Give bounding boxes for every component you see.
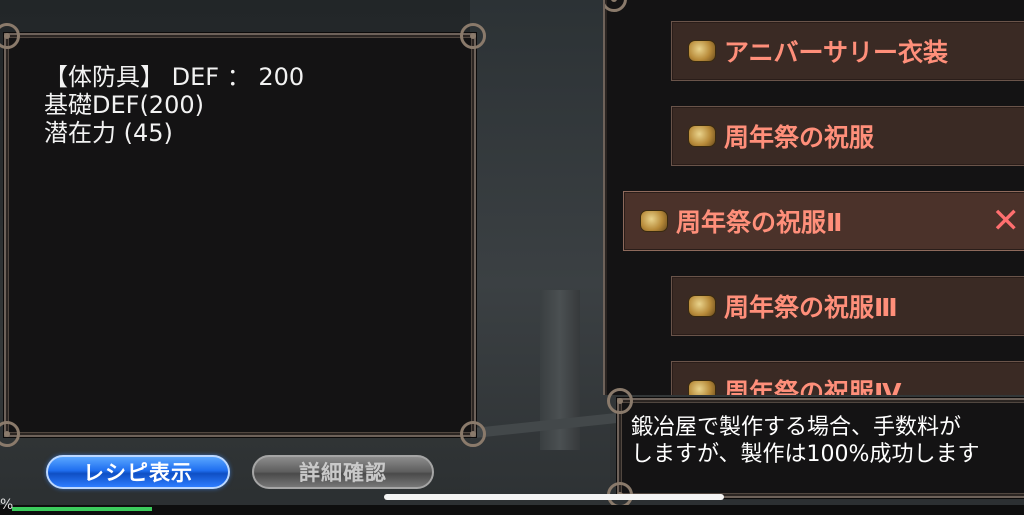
list-item-label: アニバーサリー衣装 (724, 38, 949, 67)
ornament-icon (605, 0, 627, 12)
list-item-festival-robe-3[interactable]: 周年祭の祝服Ⅲ (671, 276, 1024, 336)
detail-button[interactable]: 詳細確認 (252, 455, 434, 489)
recipe-button[interactable]: レシピ表示 (46, 455, 230, 489)
list-item-label: 周年祭の祝服Ⅱ (676, 208, 843, 237)
equipment-stats-panel: 【体防具】 DEF ： 200 基礎DEF(200) 潜在力 (45) (0, 23, 486, 447)
close-icon[interactable]: ✕ (992, 201, 1021, 241)
message-panel: 鍛冶屋で製作する場合、手数料が しますが、製作は100%成功します (607, 388, 1024, 508)
bottom-bar (0, 505, 1024, 515)
list-item-label: 周年祭の祝服 (724, 123, 875, 152)
stats-potential: 潜在力 (45) (44, 119, 173, 147)
list-item-festival-robe-4[interactable]: 周年祭の祝服Ⅳ (671, 361, 1024, 395)
item-bag-icon (688, 295, 716, 317)
stats-base-def: 基礎DEF(200) (44, 91, 204, 119)
item-bag-icon (688, 380, 716, 395)
list-item-festival-robe-2-selected[interactable]: 周年祭の祝服Ⅱ ✕ (623, 191, 1024, 251)
item-bag-icon (688, 40, 716, 62)
message-line: 鍛冶屋で製作する場合、手数料が (631, 415, 962, 440)
item-bag-icon (688, 125, 716, 147)
message-line: しますが、製作は100%成功します (631, 442, 980, 467)
list-item-festival-robe[interactable]: 周年祭の祝服 (671, 106, 1024, 166)
stats-text: 【体防具】 DEF ： 200 基礎DEF(200) 潜在力 (45) (44, 63, 304, 147)
home-indicator[interactable] (384, 494, 724, 500)
list-item-label: 周年祭の祝服Ⅲ (724, 293, 898, 322)
ornament-icon (607, 388, 633, 414)
ornament-icon (0, 23, 20, 49)
item-bag-icon (640, 210, 668, 232)
message-text: 鍛冶屋で製作する場合、手数料が しますが、製作は100%成功します (631, 414, 1024, 468)
list-item-label: 周年祭の祝服Ⅳ (724, 378, 902, 395)
list-item-anniversary-costume[interactable]: アニバーサリー衣装 (671, 21, 1024, 81)
progress-percent-label: % (0, 497, 14, 513)
progress-bar (12, 507, 152, 511)
stats-def-line: 【体防具】 DEF ： 200 (44, 63, 305, 91)
ornament-icon (460, 421, 486, 447)
ornament-icon (460, 23, 486, 49)
